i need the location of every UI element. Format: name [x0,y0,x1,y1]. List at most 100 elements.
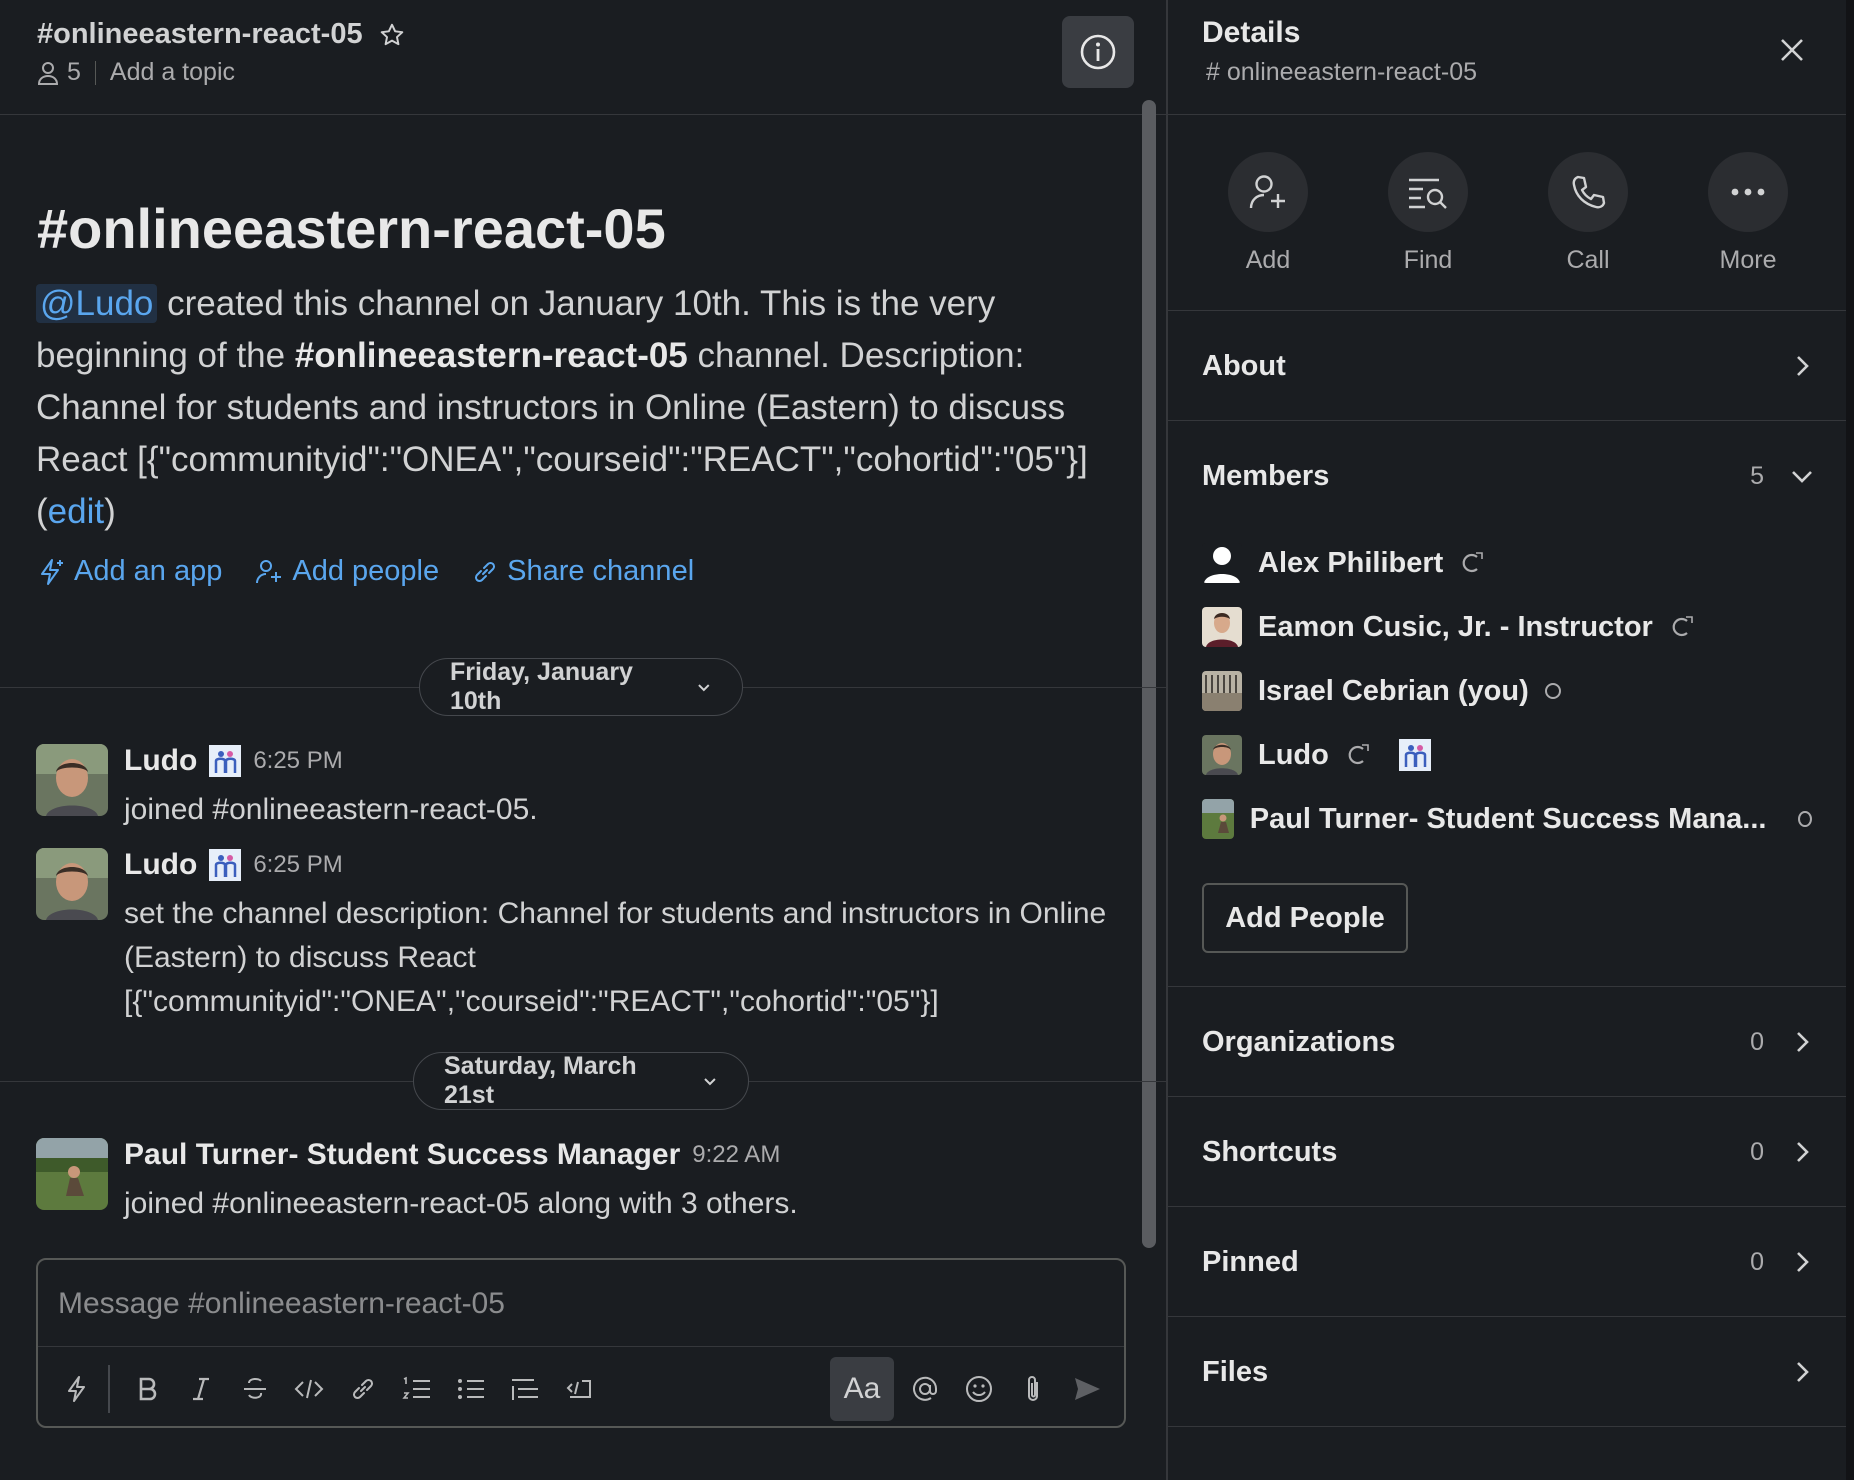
add-people-button[interactable]: Add People [1202,883,1408,953]
message-time[interactable]: 6:25 PM [253,747,342,775]
member-row[interactable]: Israel Cebrian (you) [1202,671,1561,711]
strikethrough-button[interactable] [228,1362,282,1416]
phone-icon [1572,175,1606,209]
message-time[interactable]: 6:25 PM [253,851,342,879]
message[interactable]: Ludo 6:25 PM set the channel description… [36,848,1116,1018]
member-name: Ludo [1258,738,1329,771]
members-section-header[interactable]: Members 5 [1168,421,1848,531]
files-section[interactable]: Files [1168,1317,1848,1427]
channel-header: #onlineeastern-react-05 5 Add a topic [0,0,1166,115]
external-org-icon [1462,552,1484,573]
chevron-right-icon [1797,356,1809,376]
bold-button[interactable] [120,1362,174,1416]
pinned-label: Pinned [1202,1245,1299,1278]
add-member-action[interactable]: Add [1228,152,1308,275]
add-people-link[interactable]: Add people [254,555,439,588]
find-circle [1388,152,1468,232]
external-org-icon [1672,616,1693,637]
message-author[interactable]: Ludo [124,744,197,778]
date-pill-first[interactable]: Friday, January 10th [419,658,743,716]
avatar [1202,671,1242,711]
shortcuts-label: Shortcuts [1202,1135,1338,1168]
blockquote-button[interactable] [498,1362,552,1416]
intro-text-part3: ) [104,492,116,531]
link-button[interactable] [336,1362,390,1416]
toolbar-separator [108,1365,110,1413]
member-row[interactable]: Alex Philibert [1202,543,1485,583]
ordered-list-button[interactable] [390,1362,444,1416]
member-row[interactable]: Eamon Cusic, Jr. - Instructor [1202,607,1695,647]
code-button[interactable] [282,1362,336,1416]
avatar[interactable] [36,848,108,920]
message-author[interactable]: Ludo [124,848,197,882]
pinned-section[interactable]: Pinned 0 [1168,1207,1848,1317]
share-channel-label: Share channel [507,555,695,587]
message-header: Ludo 6:25 PM [124,848,343,882]
organizations-section[interactable]: Organizations 0 [1168,987,1848,1097]
chevron-down-icon [704,1078,716,1086]
italic-button[interactable] [174,1362,228,1416]
edit-description-link[interactable]: edit [48,492,104,531]
scrollbar[interactable] [1142,100,1156,1248]
channel-name[interactable]: #onlineeastern-react-05 [37,18,363,51]
share-channel-link[interactable]: Share channel [471,555,694,588]
find-action[interactable]: Find [1388,152,1468,275]
member-row[interactable]: Paul Turner- Student Success Mana... [1202,799,1812,839]
external-org-icon [1348,744,1369,765]
link-icon [352,1378,374,1400]
composer-divider [38,1346,1124,1347]
member-row[interactable]: Ludo [1202,735,1431,775]
call-action[interactable]: Call [1548,152,1628,275]
add-app-link[interactable]: Add an app [36,555,222,588]
avatar[interactable] [36,744,108,816]
call-circle [1548,152,1628,232]
close-details-button[interactable] [1772,30,1812,70]
formatting-toggle-button[interactable]: Aa [830,1357,894,1421]
chevron-right-icon [1797,1142,1809,1162]
intro-actions: Add an app Add people Share channel [36,555,694,588]
member-name: Israel Cebrian (you) [1258,674,1529,707]
member-count[interactable]: 5 [67,58,81,87]
formatting-toolbar: Aa [50,1356,1114,1422]
about-section[interactable]: About [1168,311,1848,421]
more-action[interactable]: More [1708,152,1788,275]
emoji-button[interactable] [952,1362,1006,1416]
avatar[interactable] [36,1138,108,1210]
mention-ludo[interactable]: @Ludo [36,284,158,323]
channel-details-button[interactable] [1062,16,1134,88]
add-topic-link[interactable]: Add a topic [110,58,235,87]
section-divider [1168,114,1848,115]
bolt-icon [41,558,63,585]
find-label: Find [1403,246,1453,274]
attach-button[interactable] [1006,1362,1060,1416]
shortcuts-section[interactable]: Shortcuts 0 [1168,1097,1848,1207]
message[interactable]: Ludo 6:25 PM joined #onlineeastern-react… [36,744,1116,834]
message-author[interactable]: Paul Turner- Student Success Manager [124,1138,680,1172]
date-pill-second[interactable]: Saturday, March 21st [413,1052,749,1110]
intro-channel-name[interactable]: #onlineeastern-react-05 [295,336,688,375]
date-label: Friday, January 10th [450,658,633,715]
info-icon [1080,34,1116,70]
star-icon[interactable] [379,22,405,48]
message-header: Ludo 6:25 PM [124,744,343,778]
message-time[interactable]: 9:22 AM [692,1141,780,1169]
date-label: Saturday, March 21st [444,1052,637,1109]
send-button[interactable] [1060,1362,1114,1416]
avatar [1202,735,1242,775]
member-name: Eamon Cusic, Jr. - Instructor [1258,610,1653,643]
meta-separator [94,60,96,85]
at-sign-icon [913,1376,938,1401]
code-block-button[interactable] [552,1362,606,1416]
pinned-count: 0 [1750,1247,1764,1276]
more-horizontal-icon [1731,188,1765,196]
strikethrough-icon [244,1377,266,1399]
shortcuts-button[interactable] [50,1362,104,1416]
avatar [1202,607,1242,647]
message[interactable]: Paul Turner- Student Success Manager 9:2… [36,1138,1116,1230]
bulleted-list-button[interactable] [444,1362,498,1416]
mention-button[interactable] [898,1362,952,1416]
message-input[interactable] [58,1276,1098,1332]
members-count: 5 [1750,461,1764,490]
code-icon [294,1379,324,1399]
people-badge-icon [209,745,242,777]
